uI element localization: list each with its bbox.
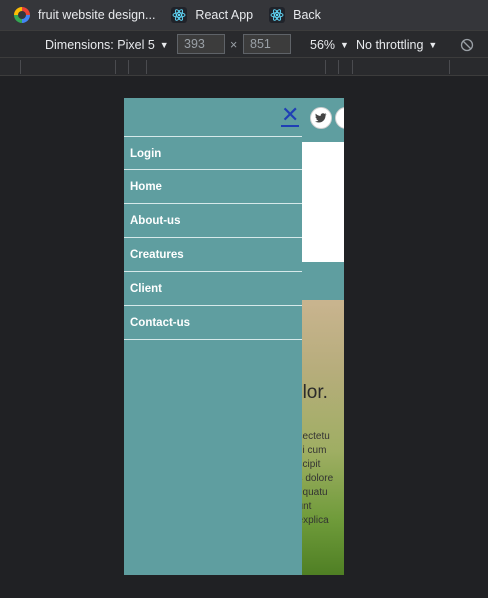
bookmark-label: React App: [195, 8, 254, 22]
throttling-label: No throttling: [356, 38, 424, 52]
zoom-select[interactable]: 56% ▼: [310, 35, 349, 55]
media-query-ruler: [0, 58, 488, 76]
zoom-label: 56%: [310, 38, 336, 52]
nav-item-home[interactable]: Home: [124, 170, 302, 204]
react-icon: [171, 7, 188, 23]
close-icon[interactable]: ✕: [281, 104, 299, 127]
nav-item-about-us[interactable]: About-us: [124, 204, 302, 238]
react-icon: [269, 7, 286, 23]
device-select[interactable]: Dimensions: Pixel 5 ▼: [45, 35, 169, 55]
google-icon: [14, 7, 30, 23]
bookmarks-bar: fruit website design... React App Back: [0, 0, 488, 30]
bookmark-label: Back: [293, 8, 321, 22]
device-toolbar: Dimensions: Pixel 5 ▼ × 56% ▼ No throttl…: [0, 30, 488, 58]
no-sign-icon: [460, 38, 474, 52]
side-nav-drawer: ✕ Login Home About-us Creatures Client C…: [124, 98, 302, 575]
twitter-icon[interactable]: [310, 107, 332, 129]
throttling-select[interactable]: No throttling ▼: [356, 35, 437, 55]
social-icon[interactable]: [335, 107, 344, 129]
width-input[interactable]: [177, 34, 225, 54]
bookmark-react-app[interactable]: React App: [171, 3, 253, 27]
device-label: Dimensions: Pixel 5: [45, 38, 155, 52]
caret-down-icon: ▼: [340, 40, 349, 50]
nav-item-creatures[interactable]: Creatures: [124, 238, 302, 272]
caret-down-icon: ▼: [428, 40, 438, 50]
nav-item-login[interactable]: Login: [124, 136, 302, 170]
device-viewport: olor. nsectetu imi cum uscipit us dolore…: [124, 98, 344, 575]
times-symbol: ×: [230, 38, 238, 52]
bookmark-label: fruit website design...: [38, 8, 156, 22]
nav-item-contact-us[interactable]: Contact-us: [124, 306, 302, 340]
caret-down-icon: ▼: [159, 40, 169, 50]
height-input[interactable]: [243, 34, 291, 54]
rotate-button[interactable]: [460, 35, 474, 55]
nav-menu: Login Home About-us Creatures Client Con…: [124, 136, 302, 340]
bookmark-fruit-website[interactable]: fruit website design...: [14, 3, 155, 27]
nav-item-client[interactable]: Client: [124, 272, 302, 306]
bookmark-back[interactable]: Back: [269, 3, 321, 27]
